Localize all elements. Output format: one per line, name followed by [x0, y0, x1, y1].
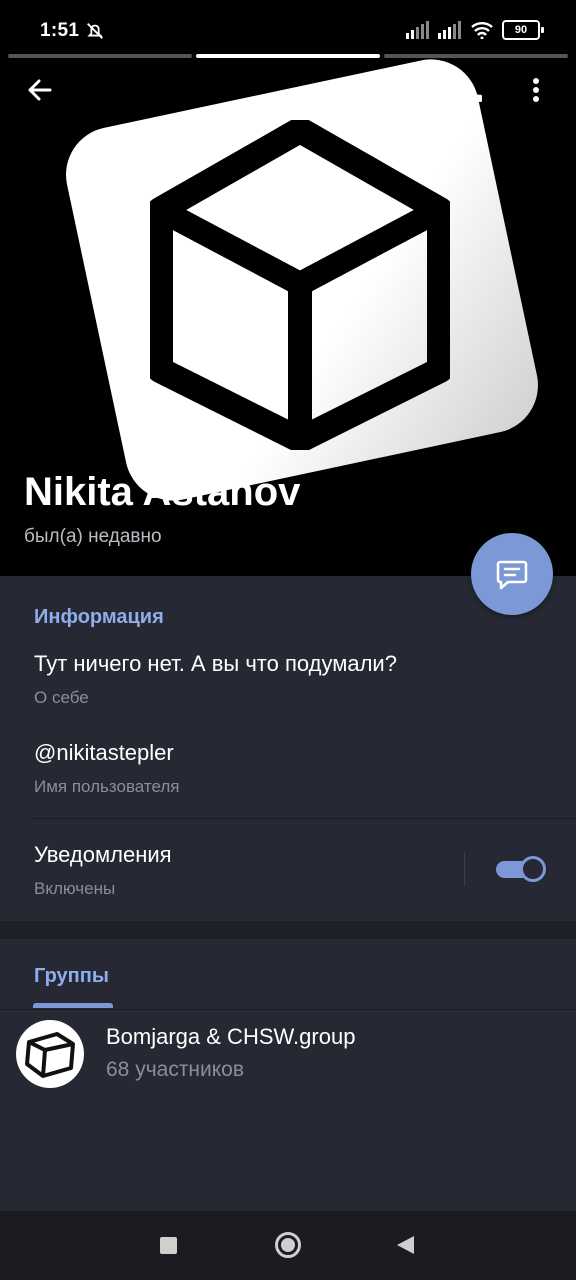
home-circle-icon[interactable] — [275, 1232, 301, 1258]
battery-icon: 90 — [502, 20, 544, 40]
photo-progress-indicator — [8, 54, 568, 58]
bio-label: О себе — [34, 688, 89, 707]
profile-name: Nikita Astahov — [24, 470, 301, 514]
divider — [30, 818, 576, 819]
status-bar: 1:51 90 — [0, 0, 576, 56]
section-gap — [0, 921, 576, 939]
tab-groups[interactable]: Группы — [34, 965, 109, 988]
wifi-icon — [471, 22, 493, 39]
group-members-count: 68 участников — [106, 1058, 245, 1081]
message-button[interactable] — [471, 533, 553, 615]
bio-value[interactable]: Тут ничего нет. А вы что подумали? — [34, 651, 397, 677]
status-time: 1:51 — [40, 20, 80, 41]
back-arrow-icon[interactable] — [24, 74, 56, 106]
last-seen-status: был(а) недавно — [24, 526, 162, 547]
username-value[interactable]: @nikitastepler — [34, 740, 174, 766]
photo-progress-segment — [384, 54, 568, 58]
notifications-toggle[interactable] — [496, 856, 546, 882]
notifications-label[interactable]: Уведомления — [34, 842, 172, 868]
photo-progress-segment-active — [196, 54, 380, 58]
signal-icon — [406, 21, 429, 39]
more-vert-icon[interactable] — [520, 74, 552, 106]
photo-progress-segment — [8, 54, 192, 58]
group-list-item[interactable] — [0, 1009, 576, 1100]
info-section-title: Информация — [34, 606, 164, 628]
tab-indicator — [33, 1003, 113, 1008]
divider — [464, 852, 465, 886]
recents-square-icon[interactable] — [160, 1237, 177, 1254]
cube-logo-icon — [150, 120, 450, 450]
back-triangle-icon[interactable] — [397, 1236, 414, 1254]
notifications-state: Включены — [34, 879, 116, 898]
group-avatar — [16, 1020, 84, 1088]
group-name: Bomjarga & CHSW.group — [106, 1024, 356, 1049]
cube-logo-icon — [25, 1032, 75, 1078]
toggle-thumb — [520, 856, 546, 882]
mute-bell-icon — [87, 23, 103, 39]
phone-icon[interactable] — [454, 74, 486, 106]
chat-bubble-icon — [496, 560, 528, 590]
username-label: Имя пользователя — [34, 777, 180, 796]
signal-icon — [438, 21, 461, 39]
